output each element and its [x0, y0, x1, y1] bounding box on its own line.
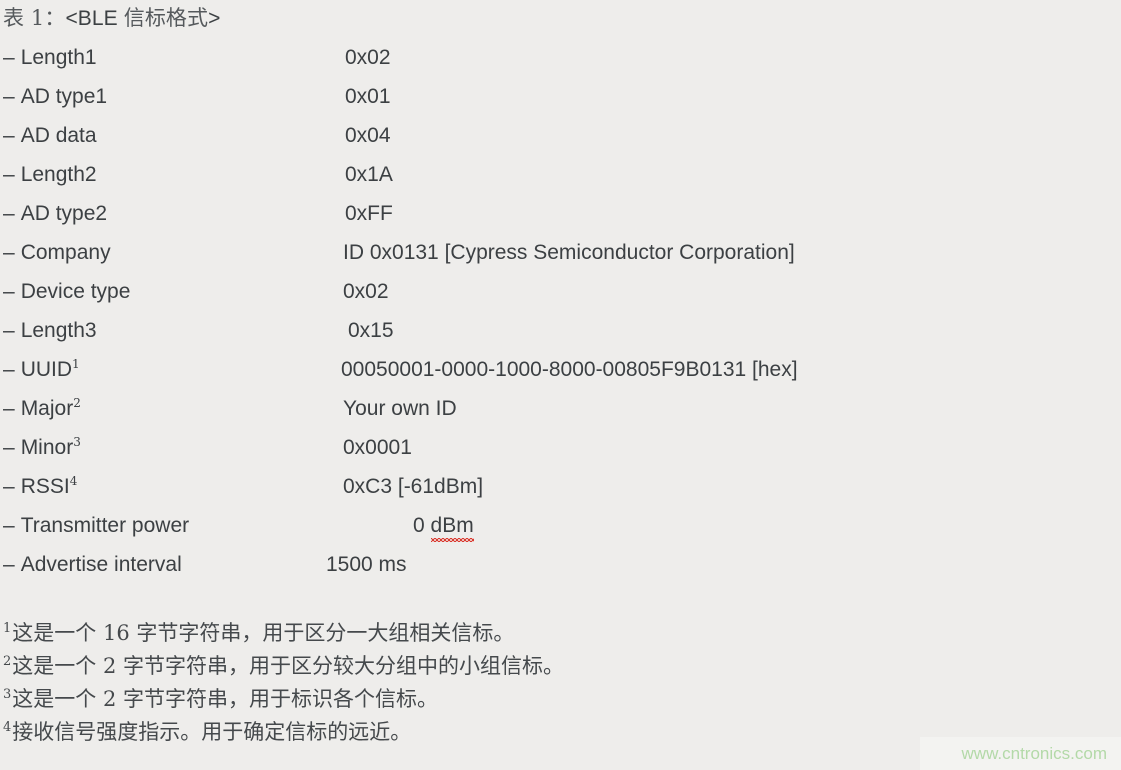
field-value: 0 dBm — [413, 506, 474, 545]
field-label: – Company — [3, 233, 111, 272]
field-label-text: AD type2 — [20, 202, 108, 225]
field-label-text: RSSI — [20, 475, 70, 498]
footnote-marker: 3 — [3, 687, 12, 702]
field-label-text: AD type1 — [20, 85, 108, 108]
bullet-dash-icon: – — [3, 397, 15, 420]
field-value: 0x02 — [345, 46, 391, 69]
field-label: – Length3 — [3, 311, 97, 350]
footnote-item: 3这是一个 2 字节字符串，用于标识各个信标。 — [0, 683, 1121, 716]
field-label-text: Length2 — [20, 163, 97, 186]
field-label: – Major2 — [3, 389, 81, 428]
beacon-format-field-list: – Length1 0x02– AD type1 0x01– AD data 0x04– Le… — [0, 38, 1121, 584]
field-label-text: Length1 — [20, 46, 97, 69]
footnote-marker: 4 — [3, 720, 12, 735]
field-label: – Minor3 — [3, 428, 81, 467]
field-row: – Length3 0x15 — [0, 311, 1121, 350]
field-label: – UUID1 — [3, 350, 80, 389]
bullet-dash-icon: – — [3, 436, 15, 459]
bullet-dash-icon: – — [3, 553, 15, 576]
bullet-dash-icon: – — [3, 202, 15, 225]
bullet-dash-icon: – — [3, 163, 15, 186]
footnote-text: 接收信号强度指示。用于确定信标的远近。 — [12, 720, 412, 744]
bullet-dash-icon: – — [3, 241, 15, 264]
footnote-text: 这是一个 16 字节字符串，用于区分一大组相关信标。 — [12, 621, 515, 645]
field-label: – Advertise interval — [3, 545, 182, 584]
field-value: 00050001-0000-1000-8000-00805F9B0131 [he… — [341, 358, 798, 381]
field-value: Your own ID — [343, 397, 457, 420]
field-value: 0xFF — [345, 202, 393, 225]
field-row: – AD data 0x04 — [0, 116, 1121, 155]
field-label-text: AD data — [20, 124, 97, 147]
page-title-suffix: > — [208, 7, 221, 30]
footnote-text: 这是一个 2 字节字符串，用于区分较大分组中的小组信标。 — [12, 654, 564, 678]
footnote-list: 1这是一个 16 字节字符串，用于区分一大组相关信标。 2这是一个 2 字节字符串… — [0, 617, 1121, 749]
field-row: – Advertise interval 1500 ms — [0, 545, 1121, 584]
footnote-marker: 2 — [3, 654, 12, 669]
footnote-item: 2这是一个 2 字节字符串，用于区分较大分组中的小组信标。 — [0, 650, 1121, 683]
field-row: – Company ID 0x0131 [Cypress Semiconductor… — [0, 233, 1121, 272]
field-value: 0x01 — [345, 85, 391, 108]
bullet-dash-icon: – — [3, 514, 15, 537]
field-label-text: Company — [20, 241, 111, 264]
page-title-prefix: 表 1： — [3, 6, 66, 30]
field-label: – Length2 — [3, 155, 97, 194]
field-row: – Major2 Your own ID — [0, 389, 1121, 428]
bullet-dash-icon: – — [3, 85, 15, 108]
field-label-text: Advertise interval — [20, 553, 182, 576]
bullet-dash-icon: – — [3, 280, 15, 303]
document-page: 表 1：<BLE 信标格式> – Length1 0x02– AD type1 0x01… — [0, 0, 1121, 770]
field-label: – Transmitter power — [3, 506, 189, 545]
field-row: – Minor3 0x0001 — [0, 428, 1121, 467]
field-label-text: UUID — [20, 358, 73, 381]
watermark-text: www.cntronics.com — [961, 744, 1107, 763]
field-label: – AD type1 — [3, 77, 107, 116]
field-label: – AD type2 — [3, 194, 107, 233]
field-row: – Length1 0x02 — [0, 38, 1121, 77]
field-label: – Length1 — [3, 38, 97, 77]
field-value: ID 0x0131 [Cypress Semiconductor Corpora… — [343, 241, 795, 264]
footnote-reference: 3 — [73, 435, 81, 449]
field-label-text: Minor — [20, 436, 74, 459]
field-value: 1500 ms — [326, 553, 407, 576]
page-title-body: <BLE — [65, 7, 124, 30]
field-label-text: Transmitter power — [20, 514, 190, 537]
field-row: – RSSI4 0xC3 [-61dBm] — [0, 467, 1121, 506]
footnote-item: 1这是一个 16 字节字符串，用于区分一大组相关信标。 — [0, 617, 1121, 650]
field-row: – AD type1 0x01 — [0, 77, 1121, 116]
field-row: – UUID1 00050001-0000-1000-8000-00805F9B01… — [0, 350, 1121, 389]
page-title: 表 1：<BLE 信标格式> — [3, 4, 221, 33]
field-value: 0x0001 — [343, 436, 412, 459]
bullet-dash-icon: – — [3, 46, 15, 69]
page-title-cjk: 信标格式 — [123, 6, 209, 30]
bullet-dash-icon: – — [3, 358, 15, 381]
field-row: – AD type2 0xFF — [0, 194, 1121, 233]
field-label-text: Length3 — [20, 319, 97, 342]
bullet-dash-icon: – — [3, 124, 15, 147]
footnote-text: 这是一个 2 字节字符串，用于标识各个信标。 — [12, 687, 438, 711]
field-row: – Transmitter power 0 dBm — [0, 506, 1121, 545]
footnote-marker: 1 — [3, 621, 12, 636]
footnote-reference: 2 — [73, 396, 81, 410]
footnote-reference: 4 — [69, 474, 78, 488]
bullet-dash-icon: – — [3, 475, 15, 498]
footnote-reference: 1 — [72, 357, 80, 371]
field-value: 0x15 — [348, 319, 394, 342]
field-label: – Device type — [3, 272, 130, 311]
field-value: 0x04 — [345, 124, 391, 147]
field-row: – Length2 0x1A — [0, 155, 1121, 194]
field-value: 0xC3 [-61dBm] — [343, 475, 484, 498]
field-label: – AD data — [3, 116, 97, 155]
field-label: – RSSI4 — [3, 467, 77, 506]
field-value: 0x1A — [345, 163, 393, 186]
field-value-text: 0 — [413, 514, 431, 537]
field-label-text: Device type — [20, 280, 131, 303]
field-value: 0x02 — [343, 280, 389, 303]
bullet-dash-icon: – — [3, 319, 15, 342]
spellcheck-underlined-word: dBm — [430, 506, 474, 545]
field-label-text: Major — [20, 397, 74, 420]
field-row: – Device type 0x02 — [0, 272, 1121, 311]
